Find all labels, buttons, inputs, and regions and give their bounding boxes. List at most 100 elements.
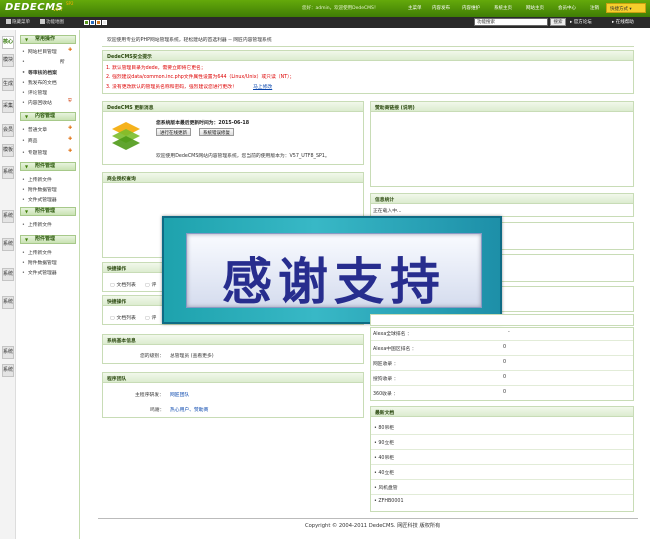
stat-sep: [371, 355, 633, 356]
hide-menu-icon: [6, 19, 11, 24]
tab-template[interactable]: 模板: [2, 144, 14, 157]
theme-gray-swatch[interactable]: [102, 20, 107, 25]
latest-doc-item[interactable]: • ZFHB0001: [374, 499, 404, 504]
quick-menu-button[interactable]: 快捷方式 ▾: [606, 3, 646, 13]
team-dev-label: 主程序研发：: [135, 393, 164, 398]
site-map-link[interactable]: 功能地图: [40, 19, 64, 25]
shortcut-doc-list-2[interactable]: 文档列表: [110, 314, 136, 321]
menu-item-channel[interactable]: 网站栏目管理: [22, 48, 57, 55]
menu-item-goods[interactable]: 商品: [22, 137, 38, 144]
tab-system-3[interactable]: 系统: [2, 238, 14, 251]
sponsor-panel-title[interactable]: 赞助商链接 (说明): [371, 102, 633, 112]
latest-sep: [371, 449, 633, 450]
theme-orange-swatch[interactable]: [96, 20, 101, 25]
nav-publish[interactable]: 内容发布: [432, 5, 450, 11]
tab-generate[interactable]: 生成: [2, 78, 14, 91]
menu-item-file-manager-3[interactable]: 文件式管理器: [22, 269, 57, 276]
shortcut-doc-list[interactable]: 文档列表: [110, 281, 136, 288]
nav-main-menu[interactable]: 主菜单: [408, 5, 422, 11]
add-article-icon[interactable]: ✚: [68, 125, 72, 131]
team-thanks-link[interactable]: 热心用户、赞助商: [170, 406, 208, 413]
tab-core[interactable]: 核心: [2, 36, 14, 49]
nav-site-home[interactable]: 网站主页: [526, 5, 544, 11]
info-stats-panel: 信息统计: [370, 193, 634, 217]
add-icon[interactable]: ✚: [68, 47, 72, 53]
logo-tag: SP2: [66, 1, 74, 6]
security-panel-title: DedeCMS安全提示: [103, 51, 633, 61]
latest-doc-item[interactable]: • 风机盘管: [374, 484, 398, 491]
stat-sep: [371, 370, 633, 371]
stat-wangjiang-value: 0: [503, 360, 507, 365]
latest-doc-item[interactable]: • 40吊柜: [374, 454, 394, 461]
tab-member[interactable]: 会员: [2, 124, 14, 137]
menu-item-upload-3[interactable]: 上传新文件: [22, 249, 52, 256]
theme-blue-swatch[interactable]: [90, 20, 95, 25]
update-info: 您系统版本最后更新时间为：2015-06-18: [156, 121, 250, 126]
tab-module[interactable]: 模块: [2, 54, 14, 67]
sysinfo-level-value[interactable]: 总管理员 (查看更多): [170, 352, 214, 359]
tab-system-2[interactable]: 系统: [2, 210, 14, 223]
menu-item-topic[interactable]: 专题管理: [22, 149, 47, 156]
latest-doc-item[interactable]: • 90立柜: [374, 439, 394, 446]
menu-item-pending[interactable]: 等审核的档案: [22, 69, 57, 76]
tab-collect[interactable]: 采集: [2, 100, 14, 113]
menu-item-my-docs[interactable]: 我发布的文档: [22, 79, 57, 86]
team-dev-link[interactable]: 网匠团队: [170, 391, 189, 398]
nav-logout[interactable]: 注销: [590, 5, 599, 11]
shortcut-comments-2[interactable]: 评: [145, 314, 157, 321]
stat-wangjiang-label: 网匠收录 ：: [373, 362, 399, 367]
menu-group-attach-1[interactable]: 附件管理: [20, 162, 76, 171]
menu-group-content[interactable]: 内容管理: [20, 112, 76, 121]
menu-item-article[interactable]: 普通文章: [22, 126, 47, 133]
menu-group-attach-2[interactable]: 附件管理: [20, 207, 76, 216]
search-input[interactable]: 功能搜索: [474, 18, 548, 26]
menu-item-all[interactable]: 所: [22, 58, 65, 65]
latest-doc-item[interactable]: • 40立柜: [374, 469, 394, 476]
online-help-link[interactable]: ▸ 在线帮助: [612, 19, 634, 25]
module-tabs: 核心 模块 生成 采集 会员 模板 系统 系统 系统 系统 系统 系统 系统: [0, 30, 16, 539]
nav-maintain[interactable]: 内容维护: [462, 5, 480, 11]
nav-system-home[interactable]: 系统主页: [494, 5, 512, 11]
menu-item-recycle[interactable]: 内容回收站: [22, 99, 52, 106]
latest-doc-item[interactable]: • 80吊柜: [374, 424, 394, 431]
menu-item-upload[interactable]: 上传新文件: [22, 176, 52, 183]
change-password-link[interactable]: 马上修改: [253, 83, 272, 90]
menu-group-common[interactable]: 常用操作: [20, 35, 76, 44]
tab-system-7[interactable]: 系统: [2, 364, 14, 377]
stat-sogou-label: 搜狗收录 ：: [373, 377, 399, 382]
tab-system-4[interactable]: 系统: [2, 268, 14, 281]
menu-item-attach-data[interactable]: 附件数据管理: [22, 186, 57, 193]
stat-sep: [371, 340, 633, 341]
latest-sep: [371, 479, 633, 480]
fix-errors-button[interactable]: 系统错误修复: [199, 128, 234, 136]
menu-item-file-manager[interactable]: 文件式管理器: [22, 196, 57, 203]
add-topic-icon[interactable]: ✚: [68, 148, 72, 154]
menu-item-attach-data-3[interactable]: 附件数据管理: [22, 259, 57, 266]
online-update-button[interactable]: 进行在线更新: [156, 128, 191, 136]
hide-menu-link[interactable]: 隐藏菜单: [6, 19, 30, 25]
recycle-shield-icon[interactable]: ⛨: [68, 98, 72, 104]
tab-system-6[interactable]: 系统: [2, 346, 14, 359]
stats-header-panel: [370, 314, 634, 326]
stat-sogou-value: 0: [503, 375, 507, 380]
menu-item-comments[interactable]: 评论管理: [22, 89, 47, 96]
add-goods-icon[interactable]: ✚: [68, 136, 72, 142]
menu-item-upload-2[interactable]: 上传新文件: [22, 221, 52, 228]
security-line-1: 1. 默认管理目录为dede，需要立即将它更名；: [106, 66, 206, 71]
tab-system-1[interactable]: 系统: [2, 166, 14, 179]
update-description: 欢迎使用DedeCMS网站内容管理系统，您当前的使用版本为：V57_UTF8_S…: [156, 154, 330, 159]
official-forum-link[interactable]: ▸ 官方论坛: [570, 19, 592, 25]
sponsor-panel: 赞助商链接 (说明): [370, 101, 634, 187]
search-button[interactable]: 搜索: [550, 18, 566, 26]
menu-group-attach-3[interactable]: 附件管理: [20, 235, 76, 244]
welcome-text: 您好：admin，欢迎使用DedeCMS！: [302, 6, 379, 11]
shortcut-comments[interactable]: 评: [145, 281, 157, 288]
latest-sep: [371, 494, 633, 495]
welcome-breadcrumb: 欢迎使用专业的PHP网站管理系统，轻松建站的首选利器 -- 网匠内容管理系统: [107, 38, 272, 43]
stat-alexa-china-label: Alexa中国区排名 ：: [373, 347, 417, 352]
divider: [102, 46, 634, 47]
theme-green-swatch[interactable]: [84, 20, 89, 25]
nav-member-center[interactable]: 会员中心: [558, 5, 576, 11]
tab-system-5[interactable]: 系统: [2, 296, 14, 309]
latest-sep: [371, 464, 633, 465]
